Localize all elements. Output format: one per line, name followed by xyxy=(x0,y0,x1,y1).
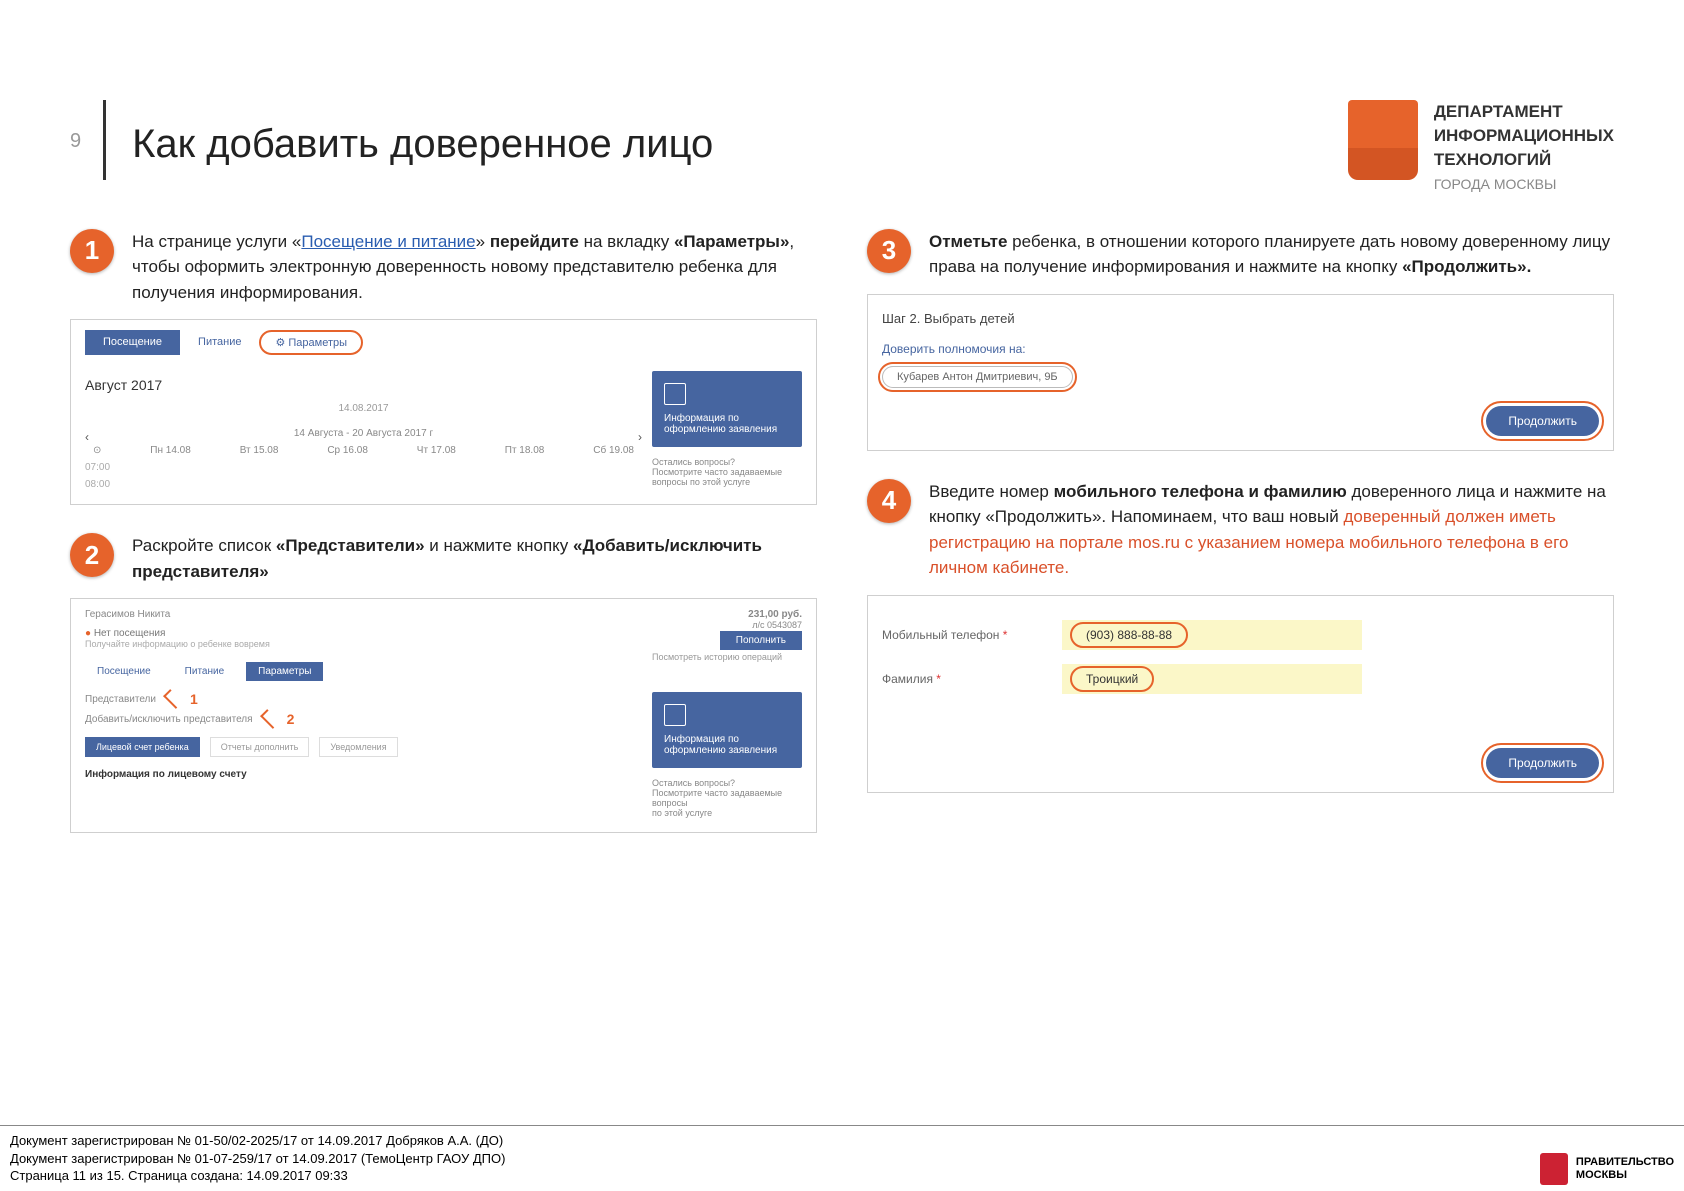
tab-parameters[interactable]: ⚙ Параметры xyxy=(259,330,363,355)
info-card[interactable]: Информация по оформлению заявления xyxy=(652,371,802,447)
continue-button[interactable]: Продолжить xyxy=(1486,406,1599,436)
child-chip[interactable]: Кубарев Антон Дмитриевич, 9Б xyxy=(882,366,1073,388)
day-fri: Пт 18.08 xyxy=(505,445,545,456)
dept-line2: ИНФОРМАЦИОННЫХ xyxy=(1434,126,1614,145)
arrow-2-label: 2 xyxy=(287,711,295,727)
account-number: л/с 0543087 xyxy=(752,620,802,630)
step3-subtitle: Доверить полномочия на: xyxy=(882,342,1599,356)
document-icon xyxy=(664,383,686,405)
representatives-link[interactable]: Представители xyxy=(85,694,156,705)
document-icon xyxy=(664,704,686,726)
screenshot-3: Шаг 2. Выбрать детей Доверить полномочия… xyxy=(867,294,1614,451)
surname-label: Фамилия xyxy=(882,672,933,686)
tab2-parameters[interactable]: Параметры xyxy=(246,662,323,681)
student-name: Герасимов Никита xyxy=(85,609,170,620)
step-2-text: Раскройте список «Представители» и нажми… xyxy=(132,533,817,584)
dept-line3: ТЕХНОЛОГИЙ xyxy=(1434,150,1551,169)
gov-line-2: МОСКВЫ xyxy=(1576,1169,1674,1182)
step-4-badge: 4 xyxy=(867,479,911,523)
step3-title: Шаг 2. Выбрать детей xyxy=(882,311,1599,326)
department-logo-icon xyxy=(1348,100,1418,180)
sidenote: Остались вопросы? Посмотрите часто задав… xyxy=(652,457,802,487)
moscow-crest-icon xyxy=(1540,1153,1568,1185)
account-info-heading: Информация по лицевому счету xyxy=(85,769,642,780)
day-wed: Ср 16.08 xyxy=(327,445,368,456)
next-week-icon[interactable]: › xyxy=(638,430,642,444)
info-card-2[interactable]: Информация по оформлению заявления xyxy=(652,692,802,768)
step-2-badge: 2 xyxy=(70,533,114,577)
day-tue: Вт 15.08 xyxy=(240,445,279,456)
footer-line-3: Страница 11 из 15. Страница создана: 14.… xyxy=(10,1167,505,1185)
hour-8: 08:00 xyxy=(85,479,642,490)
screenshot-2: Герасимов Никита Нет посещенияПолучайте … xyxy=(70,598,817,833)
header: 9 Как добавить доверенное лицо ДЕПАРТАМЕ… xyxy=(70,100,1614,195)
tab-nutrition[interactable]: Питание xyxy=(180,330,259,355)
add-representative-link[interactable]: Добавить/исключить представителя xyxy=(85,714,253,725)
required-marker: * xyxy=(936,672,941,686)
surname-input[interactable]: Троицкий xyxy=(1062,664,1362,694)
footer-line-2: Документ зарегистрирован № 01-07-259/17 … xyxy=(10,1150,505,1168)
required-marker: * xyxy=(1003,628,1008,642)
step-1: 1 На странице услуги «Посещение и питани… xyxy=(70,229,817,306)
pill-account[interactable]: Лицевой счет ребенка xyxy=(85,737,200,757)
day-icon: ⊙ xyxy=(93,445,101,456)
dept-city: ГОРОДА МОСКВЫ xyxy=(1434,175,1614,195)
week-range: 14 Августа - 20 Августа 2017 г xyxy=(89,428,638,439)
footer-line-1: Документ зарегистрирован № 01-50/02-2025… xyxy=(10,1132,505,1150)
phone-input[interactable]: (903) 888-88-88 xyxy=(1062,620,1362,650)
pill-notifications[interactable]: Уведомления xyxy=(319,737,397,757)
gov-line-1: ПРАВИТЕЛЬСТВО xyxy=(1576,1156,1674,1169)
step-2: 2 Раскройте список «Представители» и наж… xyxy=(70,533,817,584)
arrow-left-icon xyxy=(163,690,183,710)
screenshot-4: Мобильный телефон * (903) 888-88-88 Фами… xyxy=(867,595,1614,793)
step-4: 4 Введите номер мобильного телефона и фа… xyxy=(867,479,1614,581)
department-block: ДЕПАРТАМЕНТ ИНФОРМАЦИОННЫХ ТЕХНОЛОГИЙ ГО… xyxy=(1348,100,1614,195)
hour-7: 07:00 xyxy=(85,462,642,473)
day-mon: Пн 14.08 xyxy=(150,445,191,456)
page-title: Как добавить доверенное лицо xyxy=(132,100,1348,167)
sidenote-2: Остались вопросы? Посмотрите часто задав… xyxy=(652,778,802,818)
step-3-badge: 3 xyxy=(867,229,911,273)
arrow-1-label: 1 xyxy=(190,691,198,707)
page-number: 9 xyxy=(70,130,81,153)
title-rule xyxy=(103,100,106,180)
topup-button[interactable]: Пополнить xyxy=(720,631,802,650)
phone-label: Мобильный телефон xyxy=(882,628,999,642)
step-1-text: На странице услуги «Посещение и питание»… xyxy=(132,229,817,306)
footer: Документ зарегистрирован № 01-50/02-2025… xyxy=(0,1125,1684,1191)
step-1-badge: 1 xyxy=(70,229,114,273)
visit-nutrition-link[interactable]: Посещение и питание xyxy=(301,232,475,251)
balance-amount: 231,00 руб. xyxy=(748,609,802,620)
step-4-text: Введите номер мобильного телефона и фами… xyxy=(929,479,1614,581)
dept-line1: ДЕПАРТАМЕНТ xyxy=(1434,102,1563,121)
step-3: 3 Отметьте ребенка, в отношении которого… xyxy=(867,229,1614,280)
opt-no-visit[interactable]: Нет посещения xyxy=(85,628,165,639)
pill-reports[interactable]: Отчеты дополнить xyxy=(210,737,310,757)
day-thu: Чт 17.08 xyxy=(417,445,456,456)
day-sat: Сб 19.08 xyxy=(593,445,634,456)
tab2-visits[interactable]: Посещение xyxy=(85,662,163,681)
continue-button-2[interactable]: Продолжить xyxy=(1486,748,1599,778)
tab-visits[interactable]: Посещение xyxy=(85,330,180,355)
history-link[interactable]: Посмотреть историю операций xyxy=(652,652,802,662)
arrow-left-icon xyxy=(260,710,280,730)
step-3-text: Отметьте ребенка, в отношении которого п… xyxy=(929,229,1614,280)
screenshot-1: Посещение Питание ⚙ Параметры Август 201… xyxy=(70,319,817,505)
tab2-nutrition[interactable]: Питание xyxy=(173,662,236,681)
month-label: Август 2017 xyxy=(85,377,642,393)
date-selected: 14.08.2017 xyxy=(85,403,642,414)
